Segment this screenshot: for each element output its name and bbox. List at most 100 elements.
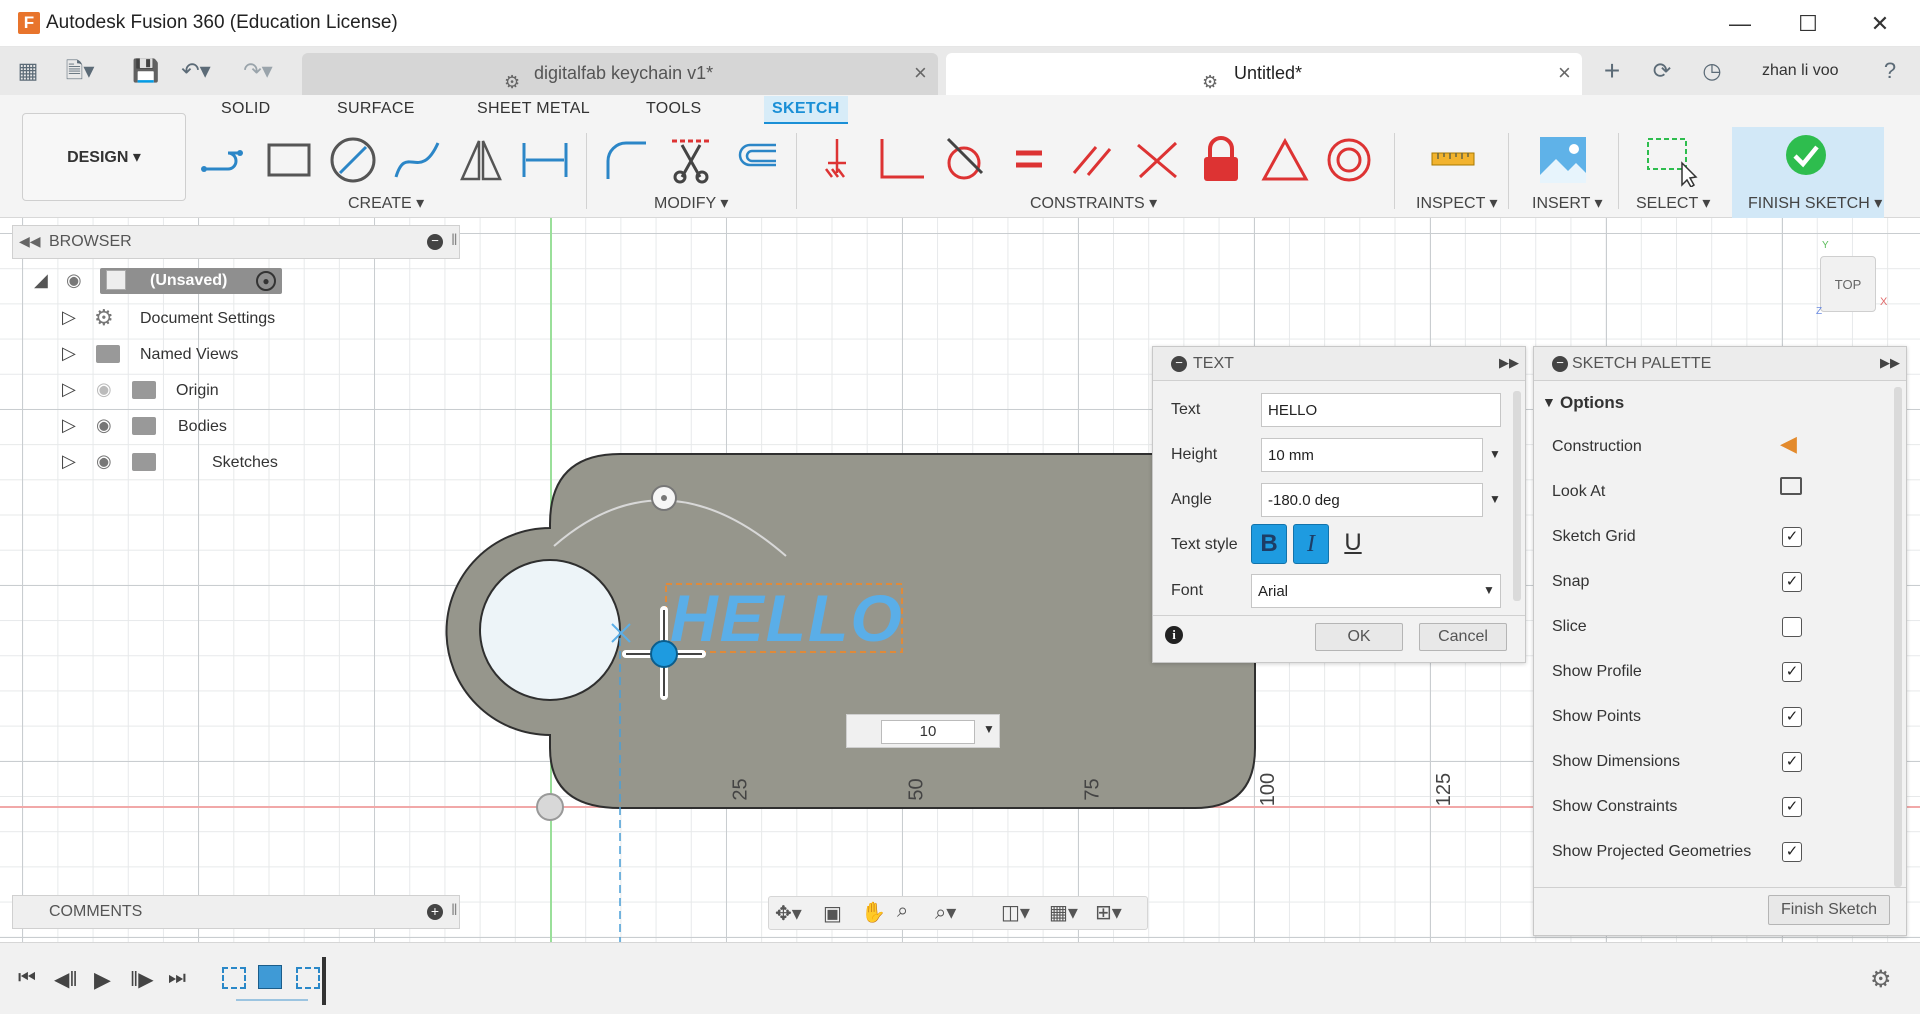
minus-circle-icon[interactable]: − (427, 234, 443, 250)
coincident-constraint-icon[interactable] (810, 133, 864, 187)
spline-tool-icon[interactable] (390, 133, 444, 187)
file-menu-icon[interactable]: 🗎▾ (62, 55, 98, 87)
equal-constraint-icon[interactable] (1002, 133, 1056, 187)
notifications-clock-icon[interactable]: ◷ (1694, 55, 1730, 87)
insert-image-icon[interactable] (1536, 133, 1590, 187)
job-status-icon[interactable]: ⟳ (1644, 55, 1680, 87)
help-icon[interactable]: ? (1872, 55, 1908, 87)
cancel-button[interactable]: Cancel (1419, 623, 1507, 651)
rectangle-tool-icon[interactable] (262, 133, 316, 187)
activate-radio-icon[interactable]: ● (256, 271, 276, 291)
expand-dialog-icon[interactable]: ▶▶ (1499, 355, 1519, 371)
browser-root-row[interactable]: ◢ ◉ (Unsaved) ● (30, 268, 290, 298)
expand-triangle-icon[interactable]: ▷ (62, 379, 76, 400)
line-tool-icon[interactable] (198, 133, 252, 187)
dimension-tool-icon[interactable] (518, 133, 572, 187)
zoom-window-icon[interactable]: ⌕▾ (935, 900, 956, 925)
finish-sketch-button[interactable]: FINISH SKETCH ▾ (1732, 127, 1884, 218)
inspect-menu[interactable]: INSPECT ▾ (1416, 193, 1498, 213)
text-input[interactable]: HELLO (1261, 393, 1501, 427)
look-at-icon[interactable] (1780, 477, 1802, 495)
play-icon[interactable]: ▶ (94, 967, 111, 993)
chevron-down-icon[interactable]: ▼ (1483, 583, 1495, 597)
step-forward-icon[interactable]: ‖▶ (130, 967, 154, 992)
tab-sketch[interactable]: SKETCH (764, 96, 848, 124)
options-section-title[interactable]: Options (1560, 393, 1624, 413)
comments-panel-header[interactable]: COMMENTS + ‖ (12, 895, 460, 929)
tangent-constraint-icon[interactable] (938, 133, 992, 187)
look-at-icon[interactable]: ▣ (823, 901, 842, 926)
collapse-triangle-icon[interactable]: ◢ (34, 270, 48, 291)
info-icon[interactable]: i (1165, 626, 1183, 644)
eye-icon[interactable]: ◉ (96, 451, 112, 472)
font-select[interactable]: Arial (1251, 574, 1501, 608)
bold-toggle[interactable]: B (1251, 524, 1287, 564)
minimize-button[interactable]: — (1710, 6, 1770, 42)
tab-digitalfab-keychain[interactable]: ⚙ digitalfab keychain v1* × (302, 53, 938, 95)
expand-dialog-icon[interactable]: ▶▶ (1880, 355, 1900, 371)
workspace-switcher[interactable]: DESIGN ▾ (22, 113, 186, 201)
expand-triangle-icon[interactable]: ▷ (62, 343, 76, 364)
snap-checkbox[interactable]: ✓ (1782, 572, 1802, 592)
maximize-button[interactable]: ☐ (1778, 6, 1838, 42)
browser-item-origin[interactable]: ▷ ◉ Origin (60, 377, 300, 407)
timeline-sketch-feature-icon[interactable] (222, 967, 246, 989)
show-constraints-checkbox[interactable]: ✓ (1782, 797, 1802, 817)
sketch-palette-header[interactable]: − SKETCH PALETTE ▶▶ (1534, 347, 1906, 381)
sketch-grid-checkbox[interactable]: ✓ (1782, 527, 1802, 547)
finish-sketch-palette-button[interactable]: Finish Sketch (1768, 895, 1890, 925)
timeline-settings-gear-icon[interactable]: ⚙ (1870, 965, 1892, 994)
concentric-constraint-icon[interactable] (1322, 133, 1376, 187)
sketch-canvas[interactable]: HELLO 10 ▼ 25 50 75 100 125 TOP Y X Z ◀◀… (0, 218, 1920, 942)
underline-toggle[interactable]: U (1335, 524, 1371, 564)
keyring-hole[interactable] (479, 559, 621, 701)
apps-grid-icon[interactable]: ▦ (10, 55, 46, 87)
expand-triangle-icon[interactable]: ▷ (62, 415, 76, 436)
eye-hidden-icon[interactable]: ◉ (96, 379, 112, 400)
sketch-text-hello[interactable]: HELLO (670, 580, 904, 656)
close-tab-icon[interactable]: × (1558, 55, 1571, 91)
origin-point[interactable] (536, 793, 564, 821)
close-window-button[interactable]: ✕ (1850, 6, 1910, 42)
timeline-sketch-feature-icon[interactable] (296, 967, 320, 989)
slice-checkbox[interactable] (1782, 617, 1802, 637)
tab-solid[interactable]: SOLID (221, 100, 271, 118)
select-menu[interactable]: SELECT ▾ (1636, 193, 1710, 213)
pin-panel-icon[interactable]: ‖ (451, 232, 458, 250)
browser-item-sketches[interactable]: ▷ ◉ Sketches (60, 449, 300, 479)
undo-icon[interactable]: ↶▾ (178, 55, 214, 87)
orbit-icon[interactable]: ✥▾ (775, 901, 802, 926)
triangle-constraint-icon[interactable] (1258, 133, 1312, 187)
show-dimensions-checkbox[interactable]: ✓ (1782, 752, 1802, 772)
perpendicular-constraint-icon[interactable] (874, 133, 928, 187)
offset-tool-icon[interactable] (728, 133, 782, 187)
timeline-extrude-feature-icon[interactable] (258, 965, 282, 989)
construction-icon[interactable]: ◀ (1780, 431, 1797, 457)
angle-input[interactable]: -180.0 deg (1261, 483, 1483, 517)
step-back-icon[interactable]: ◀‖ (54, 967, 78, 992)
text-dialog-header[interactable]: − TEXT ▶▶ (1153, 347, 1525, 381)
constraints-menu[interactable]: CONSTRAINTS ▾ (1030, 193, 1157, 213)
chevron-down-icon[interactable]: ▼ (1489, 492, 1501, 506)
pan-hand-icon[interactable]: ✋ (861, 900, 886, 925)
eye-icon[interactable]: ◉ (96, 415, 112, 436)
minus-circle-icon[interactable]: − (1171, 356, 1187, 372)
eye-icon[interactable]: ◉ (66, 270, 82, 291)
ok-button[interactable]: OK (1315, 623, 1403, 651)
save-icon[interactable]: 💾 (128, 55, 164, 87)
user-name[interactable]: zhan li voo (1762, 62, 1839, 80)
collapse-panel-icon[interactable]: ◀◀ (19, 233, 41, 250)
select-box-icon[interactable] (1644, 133, 1698, 187)
fix-lock-icon[interactable] (1194, 133, 1248, 187)
dialog-scrollbar[interactable] (1513, 391, 1521, 601)
view-cube[interactable]: TOP (1820, 256, 1876, 312)
expand-triangle-icon[interactable]: ▷ (62, 307, 76, 328)
tab-sheet-metal[interactable]: SHEET METAL (477, 100, 590, 118)
tab-surface[interactable]: SURFACE (337, 100, 415, 118)
show-profile-checkbox[interactable]: ✓ (1782, 662, 1802, 682)
modify-menu[interactable]: MODIFY ▾ (654, 193, 728, 213)
tab-tools[interactable]: TOOLS (646, 100, 701, 118)
minus-circle-icon[interactable]: − (1552, 356, 1568, 372)
italic-toggle[interactable]: I (1293, 524, 1329, 564)
timeline-marker[interactable] (322, 957, 326, 1005)
